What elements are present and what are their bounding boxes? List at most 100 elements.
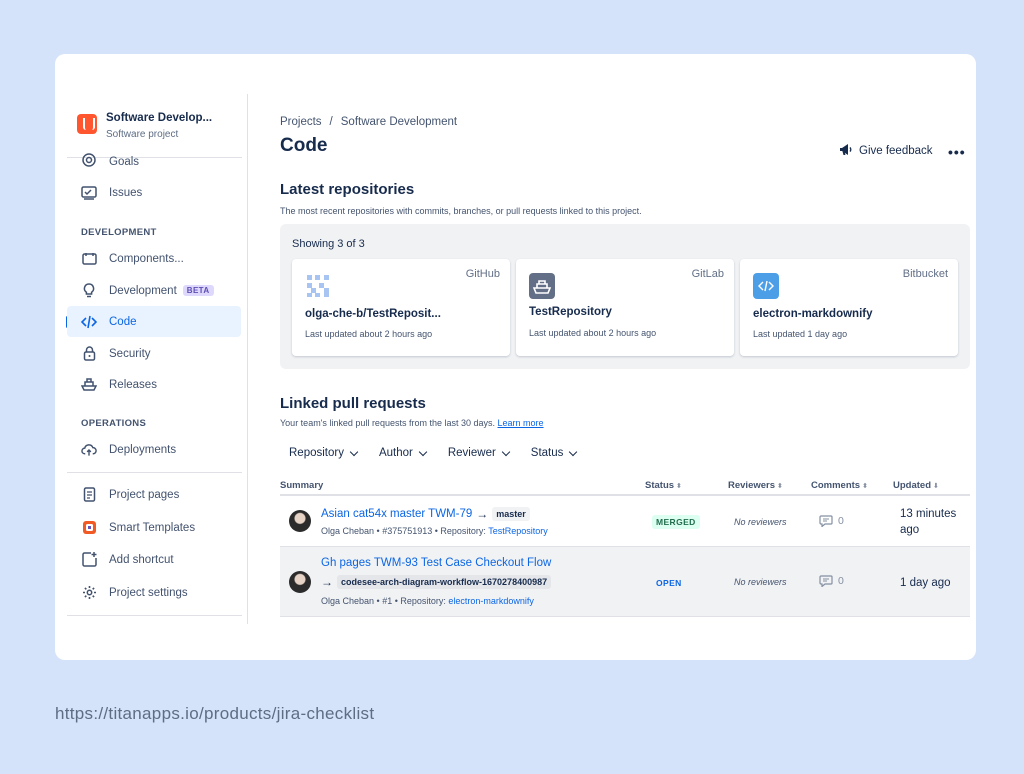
cloud-upload-icon (81, 442, 97, 458)
sidebar-item-security[interactable]: Security (67, 338, 241, 369)
comments: 0 (819, 575, 844, 587)
status-badge: MERGED (652, 515, 700, 529)
chevron-down-icon (501, 447, 511, 456)
column-label: Updated (893, 480, 931, 491)
column-reviewers[interactable]: Reviewers ⬍ (728, 480, 783, 491)
column-label: Reviewers (728, 480, 776, 491)
code-repo-icon (753, 273, 779, 299)
sidebar-item-smart-templates[interactable]: Smart Templates (67, 512, 241, 543)
learn-more-link[interactable]: Learn more (498, 418, 544, 428)
pr-meta-text: Olga Cheban • #375751913 • Repository: (321, 526, 489, 536)
filter-reviewer[interactable]: Reviewer (447, 447, 511, 459)
pr-title[interactable]: Gh pages TWM-93 Test Case Checkout Flow (321, 557, 551, 569)
sidebar-item-label: Issues (109, 186, 143, 199)
repo-last-updated: Last updated 1 day ago (753, 329, 848, 339)
breadcrumb-projects[interactable]: Projects (280, 116, 322, 128)
reviewers: No reviewers (734, 577, 787, 587)
linked-pull-requests-description: Your team's linked pull requests from th… (280, 418, 544, 428)
sidebar-item-project-pages[interactable]: Project pages (67, 479, 241, 510)
repo-name[interactable]: TestRepository (529, 306, 612, 318)
comments-count: 0 (838, 515, 844, 527)
sidebar: Software Develop... Software project Goa… (55, 54, 250, 660)
updated-time: 13 minutes ago (900, 508, 957, 536)
project-type: Software project (106, 129, 179, 140)
breadcrumb-current[interactable]: Software Development (341, 116, 457, 128)
column-status[interactable]: Status ⬍ (645, 480, 682, 491)
filter-label: Reviewer (447, 447, 496, 459)
filter-author[interactable]: Author (378, 447, 428, 459)
breadcrumb-separator: / (329, 116, 333, 128)
table-header: Summary Status ⬍ Reviewers ⬍ Comments ⬍ Upd… (280, 478, 970, 496)
sort-icon: ⬍ (676, 483, 682, 490)
column-summary: Summary (280, 480, 324, 491)
sidebar-item-deployments[interactable]: Deployments (67, 434, 241, 465)
sidebar-item-add-shortcut[interactable]: Add shortcut (67, 544, 241, 575)
sidebar-item-label: Security (109, 347, 151, 360)
pr-meta: Olga Cheban • #375751913 • Repository: T… (321, 526, 548, 536)
repo-name[interactable]: olga-che-b/TestReposit... (305, 308, 441, 320)
lock-icon (81, 346, 97, 362)
linked-pull-requests-heading: Linked pull requests (280, 395, 426, 412)
table-row[interactable]: Gh pages TWM-93 Test Case Checkout Flow … (280, 547, 970, 617)
pr-meta: Olga Cheban • #1 • Repository: electron-… (321, 596, 534, 606)
arrow-right-icon: → (476, 507, 489, 521)
showing-count: Showing 3 of 3 (292, 238, 365, 250)
column-updated[interactable]: Updated ⬇ (893, 480, 939, 491)
sort-desc-icon: ⬇ (933, 483, 939, 490)
section-operations: OPERATIONS (81, 418, 147, 429)
branch-name: master (492, 507, 530, 521)
sidebar-item-development[interactable]: Development BETA (67, 275, 241, 306)
sidebar-item-label: Releases (109, 378, 157, 391)
sidebar-item-goals[interactable]: Goals (67, 144, 241, 172)
target-icon (81, 152, 97, 168)
ship-icon (81, 377, 97, 393)
gear-icon (81, 585, 97, 601)
repository-link[interactable]: electron-markdownify (448, 596, 534, 606)
repo-last-updated: Last updated about 2 hours ago (305, 329, 433, 339)
repository-link[interactable]: TestRepository (488, 526, 548, 536)
pr-title[interactable]: Asian cat54x master TWM-79 → master (321, 507, 530, 521)
sidebar-border[interactable] (247, 94, 248, 624)
repo-provider: Bitbucket (902, 268, 948, 280)
repo-name[interactable]: electron-markdownify (753, 308, 873, 320)
issues-icon (81, 185, 97, 201)
give-feedback-button[interactable]: Give feedback (839, 143, 933, 159)
sidebar-item-project-settings[interactable]: Project settings (67, 577, 241, 608)
repo-card-github[interactable]: GitHub olga-che-b/TestReposit... Last up… (292, 259, 510, 356)
breadcrumb: Projects / Software Development (280, 116, 457, 128)
filter-label: Author (378, 447, 413, 459)
repositories-panel: Showing 3 of 3 GitHub olga-che-b/TestRep… (280, 224, 970, 369)
repo-card-gitlab[interactable]: GitLab TestRepository Last updated about… (516, 259, 734, 356)
filter-status[interactable]: Status (531, 447, 578, 459)
sidebar-item-components[interactable]: Components... (67, 243, 241, 274)
sidebar-item-code[interactable]: Code (67, 306, 241, 337)
filter-label: Repository (289, 447, 344, 459)
sidebar-item-issues[interactable]: Issues (67, 177, 241, 208)
project-logo-icon (77, 114, 97, 134)
divider (67, 615, 242, 616)
sidebar-item-label: Add shortcut (109, 553, 174, 566)
ship-repo-icon (529, 273, 555, 299)
column-comments[interactable]: Comments ⬍ (811, 480, 868, 491)
column-label: Comments (811, 480, 861, 491)
main-content: Projects / Software Development Code Giv… (280, 54, 970, 660)
sidebar-item-label: Deployments (109, 443, 177, 456)
chevron-down-icon (569, 447, 578, 456)
section-development: DEVELOPMENT (81, 227, 157, 238)
pr-meta-text: Olga Cheban • #1 • Repository: (321, 596, 449, 606)
avatar (289, 510, 311, 532)
add-shortcut-icon (81, 552, 97, 568)
pr-title-text: Asian cat54x master TWM-79 (321, 508, 473, 520)
table-row[interactable]: Asian cat54x master TWM-79 → master Olga… (280, 496, 970, 547)
more-actions-button[interactable]: ••• (948, 144, 966, 160)
project-header[interactable]: Software Develop... Software project (77, 112, 212, 140)
sidebar-item-label: Goals (109, 156, 140, 168)
sort-icon: ⬍ (777, 483, 783, 490)
github-repo-avatar-icon (305, 273, 331, 299)
sidebar-item-releases[interactable]: Releases (67, 369, 241, 400)
latest-repositories-heading: Latest repositories (280, 181, 415, 198)
reviewers: No reviewers (734, 517, 787, 527)
page-icon (81, 487, 97, 503)
filter-repository[interactable]: Repository (289, 447, 359, 459)
repo-card-bitbucket[interactable]: Bitbucket electron-markdownify Last upda… (740, 259, 958, 356)
